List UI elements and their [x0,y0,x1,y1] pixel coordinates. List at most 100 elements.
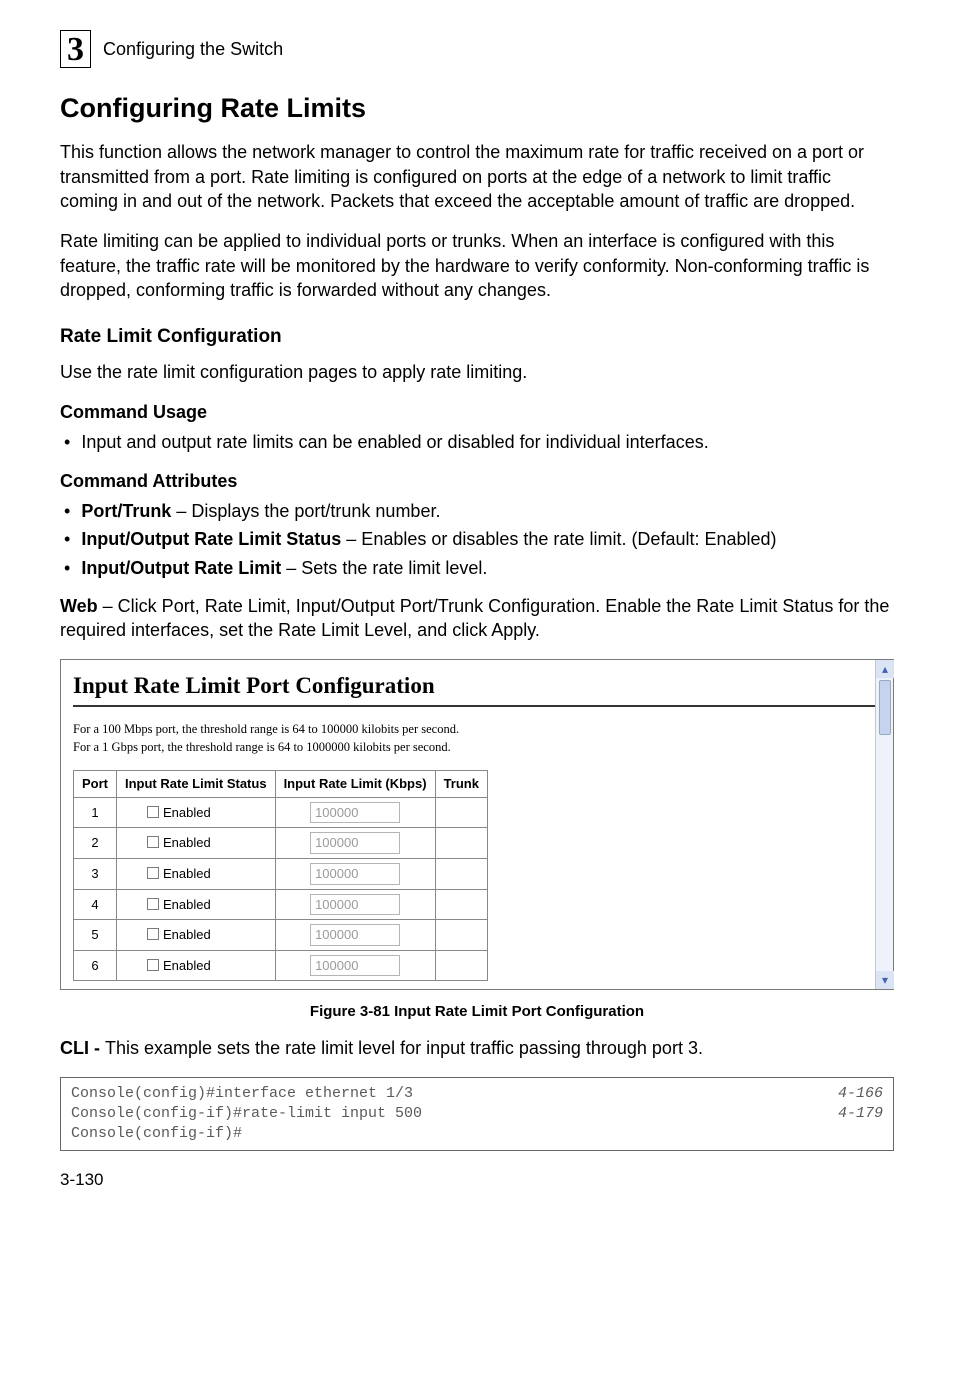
col-port: Port [74,771,117,798]
usage-bullet: Input and output rate limits can be enab… [60,430,894,454]
cli-line2-ref: 4-179 [818,1104,883,1124]
attr3-label: Input/Output Rate Limit [81,558,281,578]
figure-note-2: For a 1 Gbps port, the threshold range i… [73,739,881,756]
command-attributes-list: Port/Trunk – Displays the port/trunk num… [60,499,894,580]
cell-port: 2 [74,828,117,859]
cli-lead-text: This example sets the rate limit level f… [105,1038,703,1058]
attr2-text: – Enables or disables the rate limit. (D… [341,529,776,549]
col-status: Input Rate Limit Status [117,771,276,798]
table-row: 6 Enabled 100000 [74,950,488,981]
command-usage-list: Input and output rate limits can be enab… [60,430,894,454]
web-instructions: Web – Click Port, Rate Limit, Input/Outp… [60,594,894,643]
cell-limit: 100000 [275,858,435,889]
cell-status: Enabled [117,828,276,859]
cell-trunk [435,797,487,828]
cell-trunk [435,889,487,920]
page-header: 3 Configuring the Switch [60,30,894,68]
cli-line-2: Console(config-if)#rate-limit input 500 … [71,1104,883,1124]
cell-status: Enabled [117,889,276,920]
section-para-2: Rate limiting can be applied to individu… [60,229,894,302]
table-row: 4Enabled 100000 [74,889,488,920]
cli-line1-cmd: Console(config)#interface ethernet 1/3 [71,1084,413,1104]
cli-line-1: Console(config)#interface ethernet 1/3 4… [71,1084,883,1104]
cli-lead-label: CLI - [60,1038,105,1058]
enabled-checkbox[interactable] [147,928,159,940]
cli-line-3: Console(config-if)# [71,1124,883,1144]
cell-status: Enabled [117,950,276,981]
table-row: 3 Enabled 100000 [74,858,488,889]
cell-limit: 100000 [275,920,435,951]
cell-port: 1 [74,797,117,828]
figure-caption: Figure 3-81 Input Rate Limit Port Config… [60,1002,894,1022]
cell-limit: 100000 [275,797,435,828]
web-text: – Click Port, Rate Limit, Input/Output P… [60,596,889,640]
figure-panel: ▴ ▾ Input Rate Limit Port Configuration … [60,659,894,991]
cli-code-block: Console(config)#interface ethernet 1/3 4… [60,1077,894,1152]
rate-limit-input[interactable]: 100000 [310,802,400,824]
cell-limit: 100000 [275,889,435,920]
attr1-text: – Displays the port/trunk number. [171,501,440,521]
cell-port: 6 [74,950,117,981]
enabled-checkbox[interactable] [147,836,159,848]
col-limit: Input Rate Limit (Kbps) [275,771,435,798]
figure-divider [73,705,881,707]
chapter-number-box: 3 [60,30,91,68]
web-label: Web [60,596,98,616]
command-attributes-head: Command Attributes [60,469,894,493]
scroll-up-icon[interactable]: ▴ [876,660,894,678]
cell-trunk [435,858,487,889]
subsection-intro: Use the rate limit configuration pages t… [60,360,894,384]
subsection-title: Rate Limit Configuration [60,324,894,350]
section-title: Configuring Rate Limits [60,90,894,126]
enabled-checkbox[interactable] [147,959,159,971]
attr-rate-limit: Input/Output Rate Limit – Sets the rate … [60,556,894,580]
section-para-1: This function allows the network manager… [60,140,894,213]
cell-port: 4 [74,889,117,920]
cell-trunk [435,920,487,951]
enabled-checkbox[interactable] [147,898,159,910]
enabled-label: Enabled [163,866,211,881]
attr2-label: Input/Output Rate Limit Status [81,529,341,549]
enabled-checkbox[interactable] [147,806,159,818]
rate-limit-input[interactable]: 100000 [310,924,400,946]
table-row: 5 Enabled 100000 [74,920,488,951]
enabled-label: Enabled [163,835,211,850]
rate-limit-input[interactable]: 100000 [310,894,400,916]
enabled-checkbox[interactable] [147,867,159,879]
cli-line1-ref: 4-166 [818,1084,883,1104]
enabled-label: Enabled [163,927,211,942]
cell-limit: 100000 [275,950,435,981]
cell-status: Enabled [117,920,276,951]
running-head: Configuring the Switch [103,37,283,61]
command-usage-head: Command Usage [60,400,894,424]
cell-trunk [435,828,487,859]
rate-limit-input[interactable]: 100000 [310,955,400,977]
attr-port-trunk: Port/Trunk – Displays the port/trunk num… [60,499,894,523]
attr1-label: Port/Trunk [81,501,171,521]
enabled-label: Enabled [163,958,211,973]
cell-limit: 100000 [275,828,435,859]
cell-port: 3 [74,858,117,889]
rate-limit-input[interactable]: 100000 [310,863,400,885]
cell-status: Enabled [117,797,276,828]
figure-panel-title: Input Rate Limit Port Configuration [73,670,881,701]
figure-note-1: For a 100 Mbps port, the threshold range… [73,721,881,738]
cell-trunk [435,950,487,981]
page-number: 3-130 [60,1169,894,1192]
table-row: 2 Enabled 100000 [74,828,488,859]
col-trunk: Trunk [435,771,487,798]
scrollbar[interactable]: ▴ ▾ [875,660,893,990]
cell-status: Enabled [117,858,276,889]
table-row: 1 Enabled 100000 [74,797,488,828]
cli-lead: CLI - This example sets the rate limit l… [60,1036,894,1060]
cli-line3-cmd: Console(config-if)# [71,1124,242,1144]
cli-line2-cmd: Console(config-if)#rate-limit input 500 [71,1104,422,1124]
scroll-thumb[interactable] [879,680,891,735]
enabled-label: Enabled [163,805,211,820]
attr3-text: – Sets the rate limit level. [281,558,487,578]
scroll-down-icon[interactable]: ▾ [876,971,894,989]
cell-port: 5 [74,920,117,951]
rate-limit-table: Port Input Rate Limit Status Input Rate … [73,770,488,981]
rate-limit-input[interactable]: 100000 [310,832,400,854]
attr-rate-limit-status: Input/Output Rate Limit Status – Enables… [60,527,894,551]
